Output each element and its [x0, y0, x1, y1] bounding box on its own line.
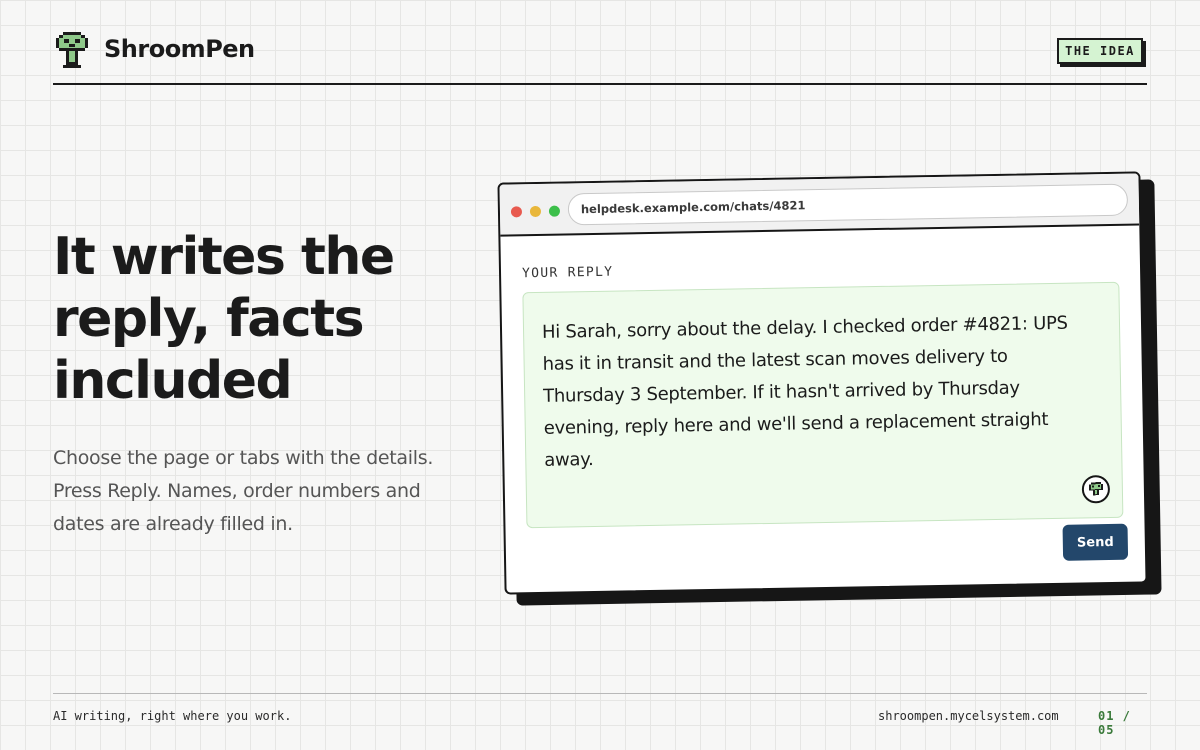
- reply-text: Hi Sarah, sorry about the delay. I check…: [541, 312, 1068, 471]
- footer-tagline: AI writing, right where you work.: [53, 709, 292, 723]
- mushroom-icon: [1088, 482, 1103, 496]
- shroompen-assistant-icon[interactable]: [1081, 475, 1111, 504]
- reply-label: YOUR REPLY: [521, 264, 614, 282]
- site-footer: AI writing, right where you work. shroom…: [53, 693, 1147, 737]
- reply-textarea[interactable]: Hi Sarah, sorry about the delay. I check…: [522, 281, 1124, 529]
- maximize-dot-icon[interactable]: [548, 205, 561, 217]
- hero-subtext: Choose the page or tabs with the details…: [53, 447, 434, 535]
- footer-url[interactable]: shroompen.mycelsystem.com: [878, 709, 1059, 723]
- site-header: ShroomPen THE IDEA: [53, 30, 1147, 85]
- close-dot-icon[interactable]: [510, 206, 523, 218]
- section-tag: THE IDEA: [1057, 38, 1143, 64]
- mushroom-logo-icon: [56, 32, 88, 68]
- hero-headline: It writes the reply, facts included: [53, 227, 395, 411]
- browser-toolbar: helpdesk.example.com/chats/4821: [499, 173, 1140, 237]
- browser-window: helpdesk.example.com/chats/4821 YOUR REP…: [497, 171, 1148, 595]
- send-button[interactable]: Send: [1062, 523, 1129, 561]
- minimize-dot-icon[interactable]: [529, 205, 542, 218]
- brand-name: ShroomPen: [104, 35, 255, 63]
- slide-counter: 01 / 05: [1098, 709, 1131, 737]
- address-bar[interactable]: helpdesk.example.com/chats/4821: [567, 183, 1129, 226]
